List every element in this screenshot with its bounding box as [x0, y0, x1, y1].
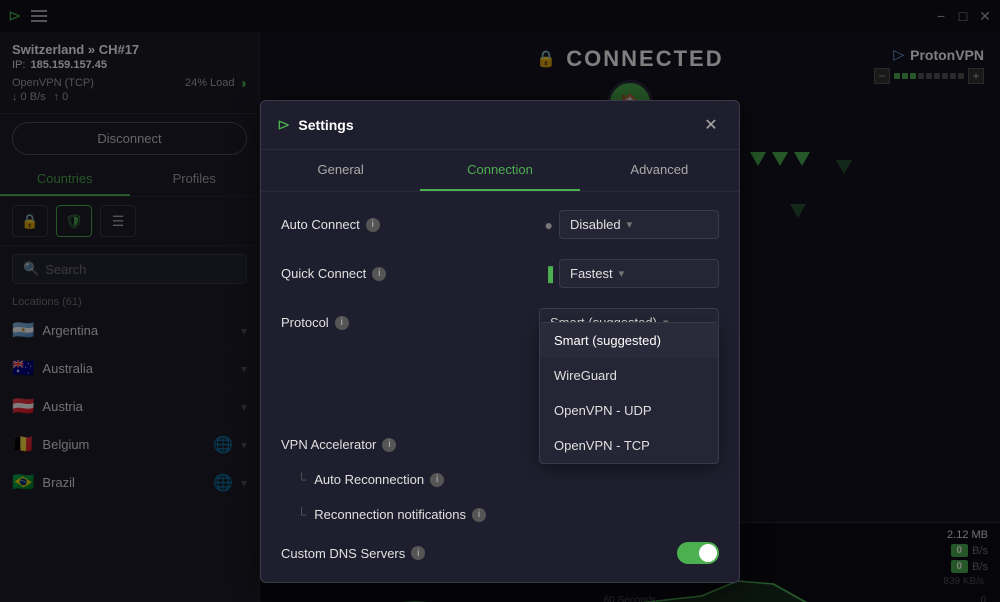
- protocol-option-wireguard[interactable]: WireGuard: [540, 358, 718, 393]
- quick-connect-label: Quick Connect i: [281, 266, 531, 281]
- auto-connect-label: Auto Connect i: [281, 217, 533, 232]
- auto-connect-row: Auto Connect i ● Disabled ▾: [261, 200, 739, 249]
- auto-reconnection-info-icon[interactable]: i: [430, 473, 444, 487]
- indent-connector-icon: └: [297, 507, 306, 522]
- settings-dialog: ⊳ Settings ✕ General Connection Advanced…: [260, 100, 740, 583]
- reconnection-notifications-row: └ Reconnection notifications i: [261, 497, 739, 532]
- custom-dns-label: Custom DNS Servers i: [281, 546, 665, 561]
- auto-connect-control: ● Disabled ▾: [545, 210, 719, 239]
- tab-general[interactable]: General: [261, 150, 420, 191]
- dialog-close-button[interactable]: ✕: [699, 113, 723, 137]
- chevron-down-icon: ▾: [619, 267, 625, 280]
- dialog-titlebar: ⊳ Settings ✕: [261, 101, 739, 150]
- protocol-option-openvpn-udp[interactable]: OpenVPN - UDP: [540, 393, 718, 428]
- quick-connect-control: ▐ Fastest ▾: [543, 259, 719, 288]
- protocol-option-smart[interactable]: Smart (suggested): [540, 323, 718, 358]
- dialog-tabs: General Connection Advanced: [261, 150, 739, 192]
- tab-advanced[interactable]: Advanced: [580, 150, 739, 191]
- protocol-info-icon[interactable]: i: [335, 316, 349, 330]
- modal-overlay: ⊳ Settings ✕ General Connection Advanced…: [0, 0, 1000, 602]
- tab-connection[interactable]: Connection: [420, 150, 579, 191]
- indent-connector-icon: └: [297, 472, 306, 487]
- custom-dns-info-icon[interactable]: i: [411, 546, 425, 560]
- auto-reconnection-row: └ Auto Reconnection i: [261, 462, 739, 497]
- reconnection-notifications-info-icon[interactable]: i: [472, 508, 486, 522]
- dialog-title: Settings: [298, 117, 691, 133]
- auto-connect-dropdown[interactable]: Disabled ▾: [559, 210, 719, 239]
- auto-connect-info-icon[interactable]: i: [366, 218, 380, 232]
- reconnection-notifications-label: └ Reconnection notifications i: [297, 507, 719, 522]
- custom-dns-toggle[interactable]: [677, 542, 719, 564]
- custom-dns-row: Custom DNS Servers i: [261, 532, 739, 574]
- dialog-body: Auto Connect i ● Disabled ▾ Quick Connec…: [261, 192, 739, 582]
- protocol-option-openvpn-tcp[interactable]: OpenVPN - TCP: [540, 428, 718, 463]
- signal-bars-icon: ▐: [543, 266, 553, 282]
- dialog-logo-icon: ⊳: [277, 115, 290, 135]
- toggle-knob: [699, 544, 717, 562]
- quick-connect-info-icon[interactable]: i: [372, 267, 386, 281]
- chevron-down-icon: ▾: [627, 218, 633, 231]
- quick-connect-row: Quick Connect i ▐ Fastest ▾: [261, 249, 739, 298]
- quick-connect-dropdown[interactable]: Fastest ▾: [559, 259, 719, 288]
- protocol-dropdown-menu: Smart (suggested) WireGuard OpenVPN - UD…: [539, 322, 719, 464]
- auto-reconnection-label: └ Auto Reconnection i: [297, 472, 719, 487]
- disabled-dot-icon: ●: [545, 217, 553, 233]
- protocol-label: Protocol i: [281, 315, 527, 330]
- vpn-accelerator-info-icon[interactable]: i: [382, 438, 396, 452]
